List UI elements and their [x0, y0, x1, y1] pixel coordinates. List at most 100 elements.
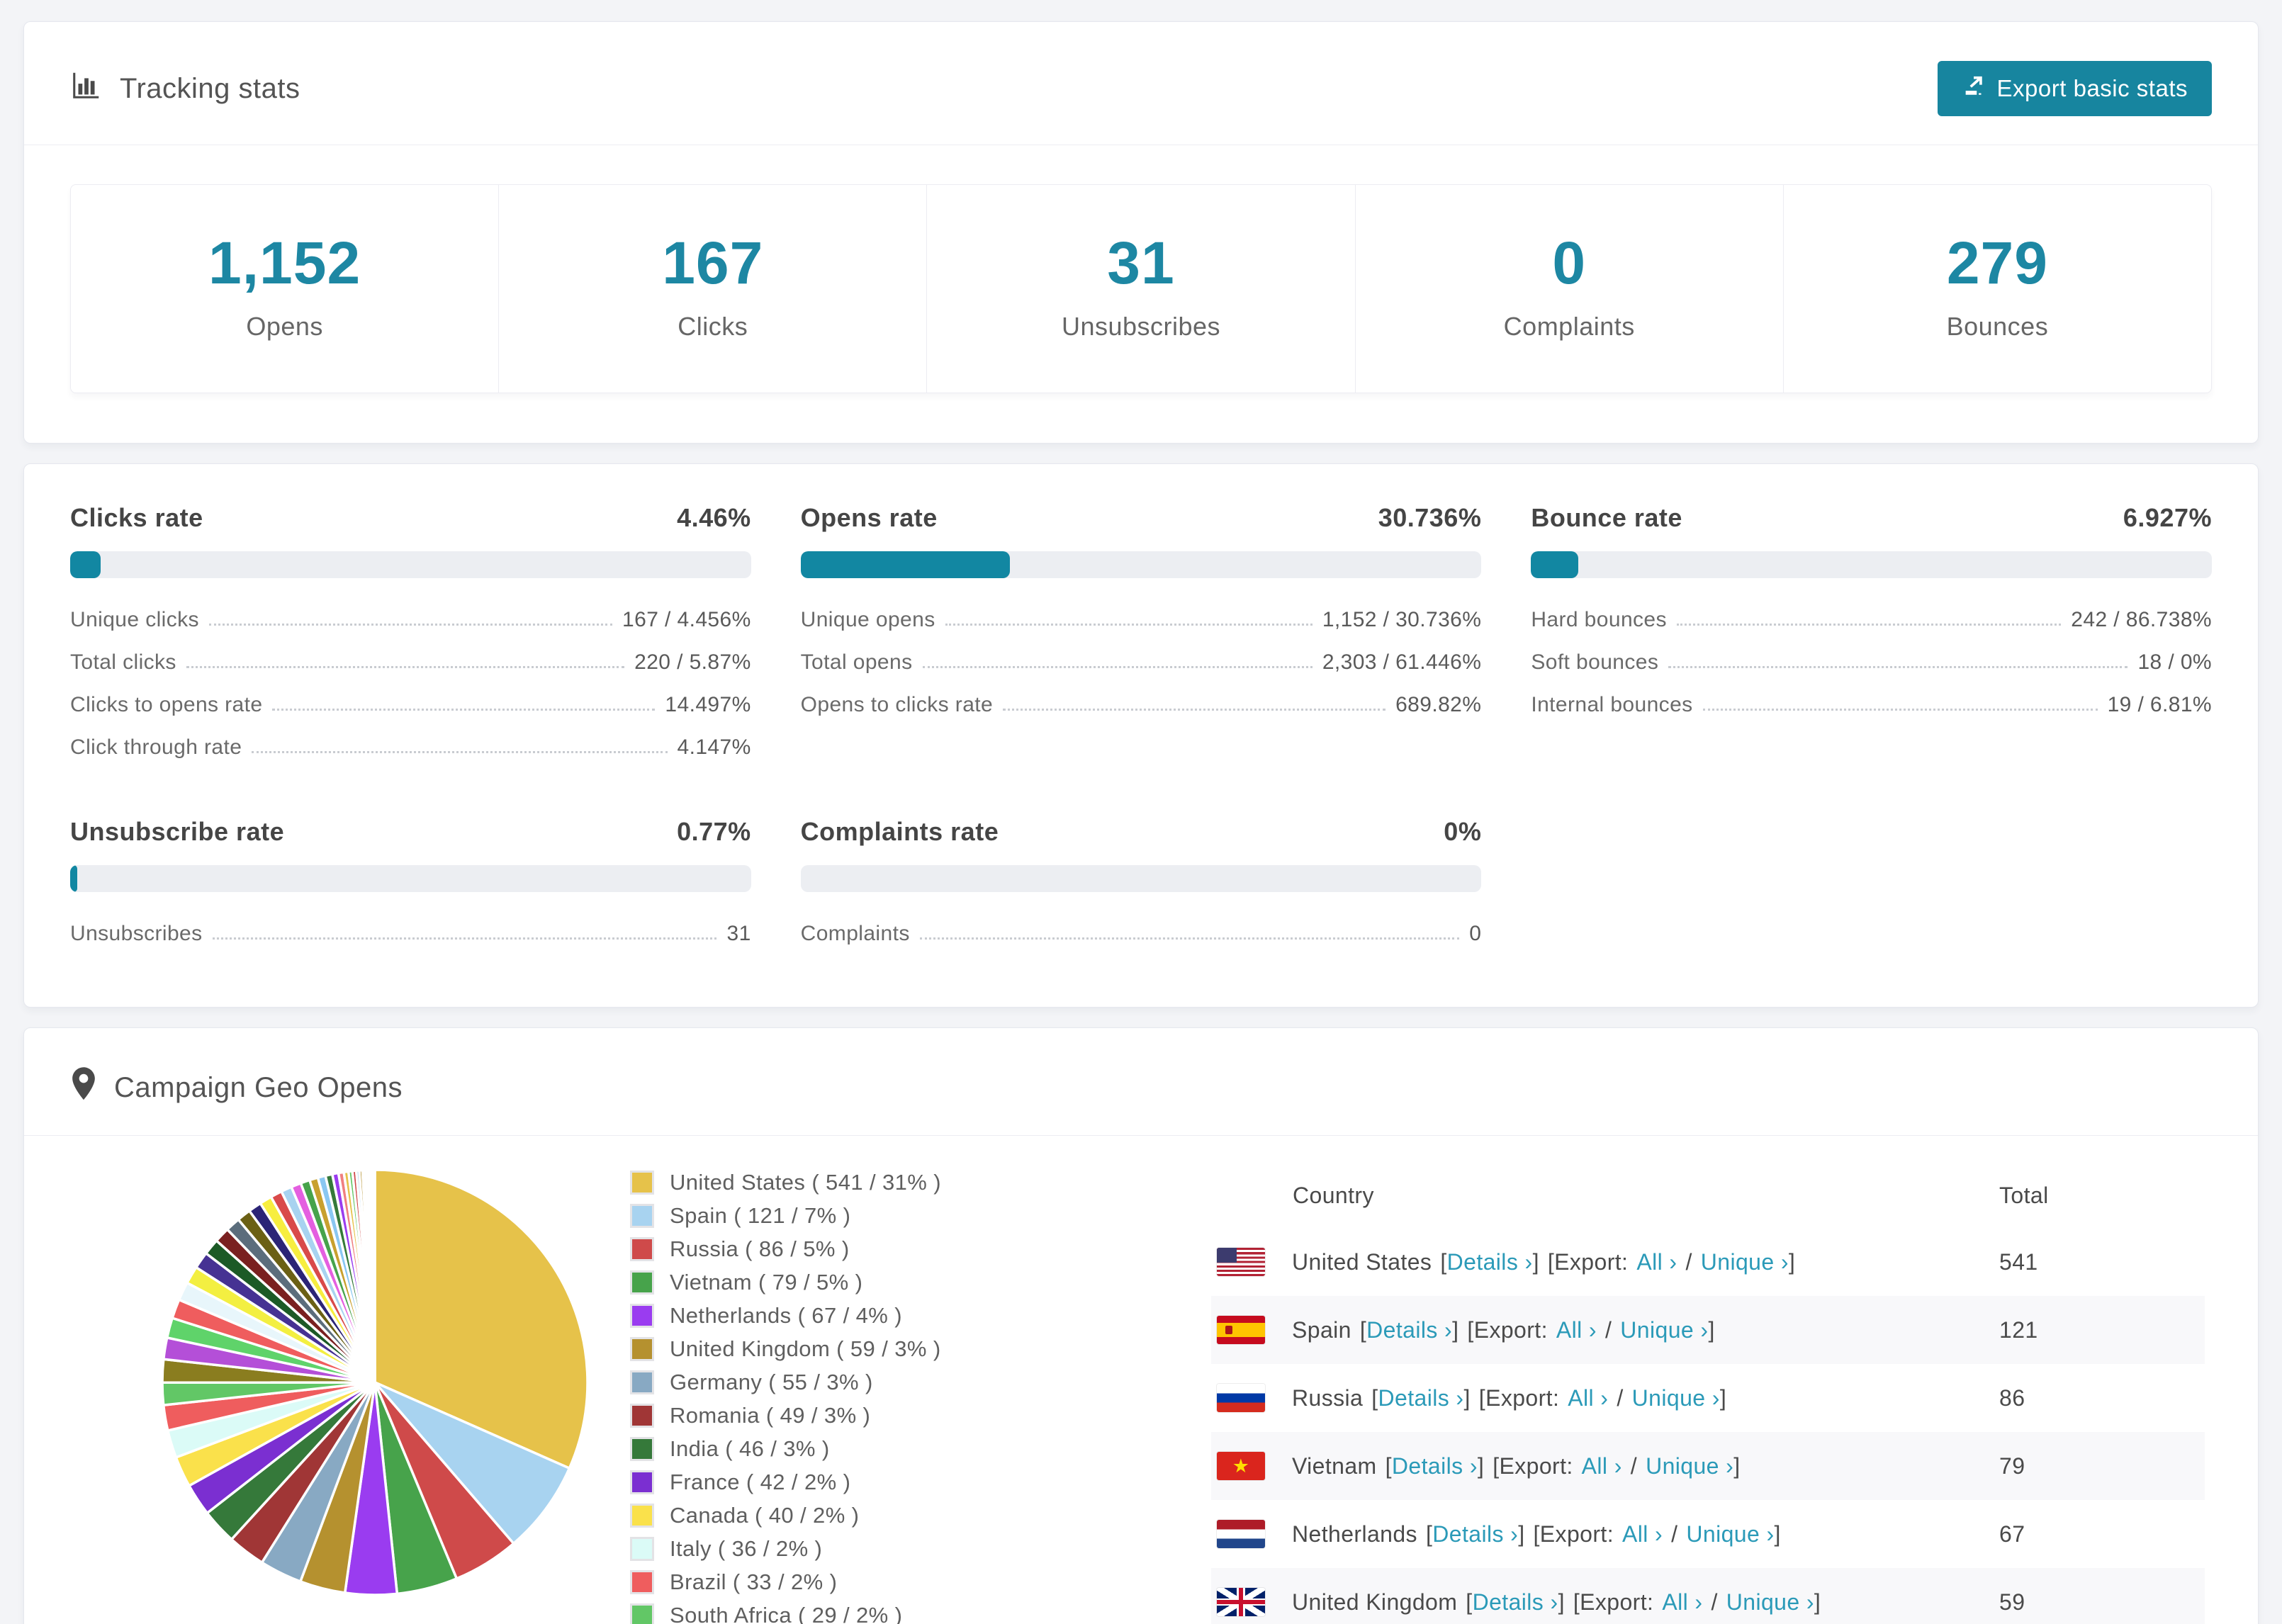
bounce-rate-progress	[1531, 551, 2212, 578]
legend-item[interactable]: Romania ( 49 / 3% )	[630, 1403, 1038, 1428]
legend-item[interactable]: South Africa ( 29 / 2% )	[630, 1603, 1038, 1624]
details-link[interactable]: Details ›	[1366, 1317, 1452, 1343]
bounce-rate-value: 6.927%	[2123, 503, 2212, 532]
unsubscribe-rate-title: Unsubscribe rate	[70, 817, 285, 846]
country-name: Spain	[1292, 1316, 1351, 1343]
opens-rate-block: Opens rate 30.736% Unique opens 1,152 / 3…	[800, 503, 1482, 716]
country-name: Russia	[1292, 1385, 1364, 1411]
tracking-stats-header: Tracking stats Export basic stats	[24, 22, 2258, 145]
country-flag-icon	[1217, 1316, 1265, 1344]
legend-item[interactable]: Vietnam ( 79 / 5% )	[630, 1270, 1038, 1295]
complaints-rate-progress	[800, 865, 1482, 892]
country-total: 541	[1999, 1248, 2038, 1275]
export-unique-link[interactable]: Unique ›	[1686, 1521, 1774, 1547]
table-row: United States [Details ›] [Export: All ›…	[1211, 1228, 2205, 1296]
export-all-link[interactable]: All ›	[1568, 1385, 1608, 1411]
legend-swatch	[630, 1237, 654, 1261]
legend-item[interactable]: France ( 42 / 2% )	[630, 1470, 1038, 1495]
total-column-header: Total	[1999, 1182, 2049, 1208]
geo-opens-title: Campaign Geo Opens	[114, 1071, 403, 1103]
bounce-rate-block: Bounce rate 6.927% Hard bounces 242 / 86.…	[1531, 503, 2212, 716]
legend-item[interactable]: Spain ( 121 / 7% )	[630, 1203, 1038, 1229]
country-total: 121	[1999, 1316, 2038, 1343]
stat-clicks: 167 Clicks	[499, 185, 928, 393]
bar-chart-icon	[70, 69, 103, 108]
table-row: Spain [Details ›] [Export: All › / Uniqu…	[1211, 1296, 2205, 1364]
country-flag-icon	[1217, 1452, 1265, 1480]
export-basic-stats-button[interactable]: Export basic stats	[1937, 61, 2212, 116]
legend-item[interactable]: Brazil ( 33 / 2% )	[630, 1569, 1038, 1595]
export-all-link[interactable]: All ›	[1556, 1317, 1597, 1343]
legend-swatch	[630, 1204, 654, 1228]
legend-item[interactable]: United States ( 541 / 31% )	[630, 1170, 1038, 1195]
unsubscribes-count: 31	[1107, 230, 1175, 296]
export-unique-link[interactable]: Unique ›	[1701, 1249, 1789, 1275]
country-flag-icon	[1217, 1520, 1265, 1548]
legend-item[interactable]: India ( 46 / 3% )	[630, 1436, 1038, 1462]
clicks-rate-progress	[70, 551, 751, 578]
details-link[interactable]: Details ›	[1447, 1249, 1533, 1275]
export-all-link[interactable]: All ›	[1662, 1589, 1702, 1615]
bounces-count: 279	[1946, 230, 2048, 296]
country-total: 67	[1999, 1521, 2025, 1547]
unsubscribe-rate-progress	[70, 865, 751, 892]
country-column-header: Country	[1293, 1182, 1374, 1208]
legend-swatch	[630, 1537, 654, 1561]
legend-swatch	[630, 1570, 654, 1594]
legend-item[interactable]: Italy ( 36 / 2% )	[630, 1536, 1038, 1562]
export-unique-link[interactable]: Unique ›	[1620, 1317, 1708, 1343]
opens-count: 1,152	[208, 230, 361, 296]
geo-opens-card: Campaign Geo Opens United States ( 541 /…	[23, 1027, 2259, 1624]
legend-swatch	[630, 1270, 654, 1295]
clicks-rate-block: Clicks rate 4.46% Unique clicks 167 / 4.4…	[70, 503, 751, 759]
legend-item[interactable]: United Kingdom ( 59 / 3% )	[630, 1336, 1038, 1362]
country-name: Netherlands	[1292, 1521, 1417, 1547]
legend-swatch	[630, 1370, 654, 1394]
geo-table: Country Total United States [Details ›]	[1211, 1163, 2205, 1624]
dashboard-page: Tracking stats Export basic stats 1,152 …	[0, 0, 2282, 1624]
legend-swatch	[630, 1171, 654, 1195]
geo-pie-chart	[70, 1163, 630, 1602]
bounce-rate-title: Bounce rate	[1531, 503, 1682, 532]
legend-swatch	[630, 1470, 654, 1494]
export-unique-link[interactable]: Unique ›	[1726, 1589, 1814, 1615]
legend-item[interactable]: Canada ( 40 / 2% )	[630, 1503, 1038, 1528]
stats-summary-row: 1,152 Opens 167 Clicks 31 Unsubscribes 0…	[70, 184, 2212, 393]
complaints-rate-block: Complaints rate 0% Complaints 0	[800, 817, 1482, 945]
unsubscribe-rate-value: 0.77%	[677, 817, 751, 846]
details-link[interactable]: Details ›	[1473, 1589, 1558, 1615]
export-all-link[interactable]: All ›	[1636, 1249, 1677, 1275]
stat-unsubscribes: 31 Unsubscribes	[927, 185, 1356, 393]
clicks-count: 167	[662, 230, 764, 296]
export-unique-link[interactable]: Unique ›	[1632, 1385, 1720, 1411]
legend-item[interactable]: Russia ( 86 / 5% )	[630, 1236, 1038, 1262]
legend-swatch	[630, 1437, 654, 1461]
details-link[interactable]: Details ›	[1378, 1385, 1464, 1411]
table-row: Netherlands [Details ›] [Export: All › /	[1211, 1500, 2205, 1568]
legend-swatch	[630, 1337, 654, 1361]
country-name: United Kingdom	[1292, 1589, 1458, 1615]
clicks-rate-title: Clicks rate	[70, 503, 203, 532]
country-total: 79	[1999, 1453, 2025, 1479]
page-title: Tracking stats	[120, 72, 300, 104]
export-all-link[interactable]: All ›	[1622, 1521, 1663, 1547]
complaints-rate-title: Complaints rate	[800, 817, 999, 846]
legend-item[interactable]: Germany ( 55 / 3% )	[630, 1370, 1038, 1395]
country-total: 86	[1999, 1385, 2025, 1411]
stat-bounces: 279 Bounces	[1784, 185, 2211, 393]
export-all-link[interactable]: All ›	[1582, 1453, 1622, 1479]
details-link[interactable]: Details ›	[1432, 1521, 1518, 1547]
legend-item[interactable]: Netherlands ( 67 / 4% )	[630, 1303, 1038, 1329]
legend-swatch	[630, 1603, 654, 1624]
opens-rate-title: Opens rate	[800, 503, 938, 532]
legend-swatch	[630, 1504, 654, 1528]
unsubscribe-rate-block: Unsubscribe rate 0.77% Unsubscribes 31	[70, 817, 751, 945]
geo-opens-header: Campaign Geo Opens	[24, 1028, 2258, 1136]
export-icon	[1962, 74, 1986, 103]
table-row: Russia [Details ›] [Export: All › / Uniq…	[1211, 1364, 2205, 1432]
details-link[interactable]: Details ›	[1392, 1453, 1478, 1479]
tracking-stats-title-row: Tracking stats	[70, 69, 300, 108]
export-unique-link[interactable]: Unique ›	[1646, 1453, 1733, 1479]
complaints-rate-value: 0%	[1444, 817, 1482, 846]
clicks-rate-value: 4.46%	[677, 503, 751, 532]
